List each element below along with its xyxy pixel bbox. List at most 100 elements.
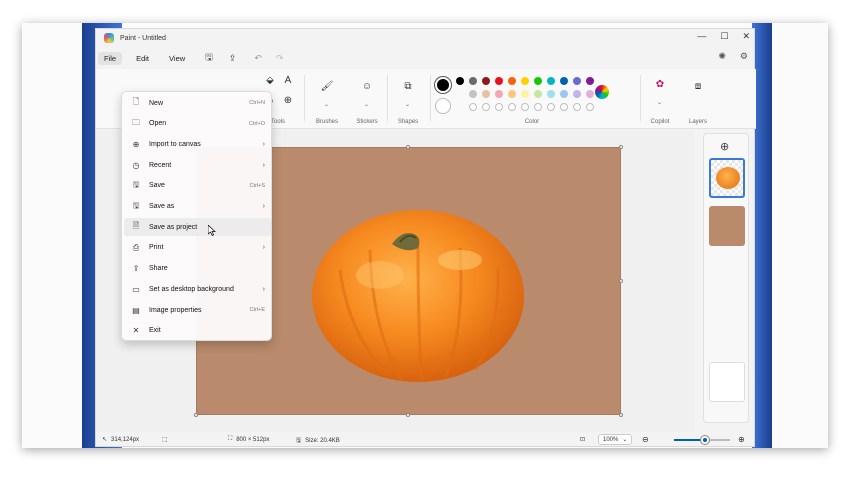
brush-icon[interactable]: 🖌	[319, 81, 335, 92]
custom-color-slot[interactable]	[521, 103, 529, 111]
custom-color-slot[interactable]	[534, 103, 542, 111]
custom-color-slot[interactable]	[560, 103, 568, 111]
save-project-icon: 🗎	[132, 221, 140, 231]
color-swatch[interactable]	[534, 90, 542, 98]
color-swatch[interactable]	[508, 90, 516, 98]
stickers-label: Stickers	[356, 119, 378, 125]
file-menu-item-share[interactable]: ⇪ Share	[124, 260, 271, 278]
add-layer-icon[interactable]: ⊕	[720, 140, 729, 153]
file-menu-item-set-as-desktop-background[interactable]: ▭ Set as desktop background ›	[124, 280, 271, 298]
file-menu-item-import-to-canvas[interactable]: ⊕ Import to canvas ›	[124, 135, 271, 153]
color-swatch[interactable]	[560, 77, 568, 85]
fit-to-window-icon[interactable]: ⊡	[580, 436, 585, 443]
color-group: Color	[432, 69, 632, 129]
file-menu-item-save-as[interactable]: 🖫 Save as ›	[124, 198, 271, 216]
file-menu-item-open[interactable]: 🗀 Open Ctrl+O	[124, 115, 271, 133]
menu-edit[interactable]: Edit	[130, 52, 155, 65]
file-menu-dropdown: 🗋 New Ctrl+N 🗀 Open Ctrl+O ⊕ Import to canvas › ◷…	[121, 91, 272, 341]
menu-file[interactable]: File	[98, 51, 123, 65]
color-swatch[interactable]	[495, 90, 503, 98]
resize-handle[interactable]	[619, 413, 623, 417]
color-swatch[interactable]	[586, 77, 594, 85]
file-menu-item-recent[interactable]: ◷ Recent ›	[124, 156, 271, 174]
file-menu-item-save-as-project[interactable]: 🗎 Save as project	[124, 218, 271, 237]
close-button[interactable]: ✕	[742, 31, 750, 42]
redo-icon[interactable]: ↷	[276, 53, 284, 64]
fill-bucket-icon[interactable]: ⬙	[262, 75, 278, 86]
zoom-in-icon[interactable]: ⊕	[738, 435, 745, 444]
layer-pumpkin-thumbnail[interactable]	[709, 158, 745, 198]
layers-group[interactable]: ⧈ Layers	[680, 69, 716, 129]
text-tool-icon[interactable]: A	[280, 75, 296, 86]
color-swatch[interactable]	[495, 77, 503, 85]
resize-handle[interactable]	[619, 145, 623, 149]
color-swatch[interactable]	[508, 77, 516, 85]
maximize-button[interactable]: ☐	[720, 31, 728, 42]
chevron-down-icon[interactable]: ⌄	[364, 101, 369, 108]
pumpkin-thumb-icon	[716, 167, 740, 189]
file-menu-item-print[interactable]: ⎙ Print ›	[124, 239, 271, 257]
color-swatch[interactable]	[482, 90, 490, 98]
layer-background-thumbnail[interactable]	[709, 206, 745, 246]
resize-handle[interactable]	[619, 279, 623, 283]
file-menu-item-label: Print	[149, 244, 164, 252]
file-menu-item-exit[interactable]: ✕ Exit	[124, 322, 271, 340]
stickers-group[interactable]: ☺ ⌄ Stickers	[348, 69, 386, 129]
save-icon[interactable]: 🖫	[205, 50, 213, 66]
color-swatch[interactable]	[482, 77, 490, 85]
menu-view[interactable]: View	[163, 52, 191, 65]
custom-color-slot[interactable]	[586, 103, 594, 111]
zoom-out-icon[interactable]: ⊖	[642, 435, 649, 444]
color-swatch[interactable]	[469, 90, 477, 98]
custom-color-slot[interactable]	[469, 103, 477, 111]
account-icon[interactable]: ✺	[718, 51, 726, 62]
color-swatch[interactable]	[547, 77, 555, 85]
color-swatch[interactable]	[469, 77, 477, 85]
undo-icon[interactable]: ↶	[254, 53, 262, 64]
shapes-icon[interactable]: ⧉	[400, 81, 416, 92]
sticker-icon[interactable]: ☺	[359, 81, 375, 92]
settings-gear-icon[interactable]: ⚙	[740, 51, 748, 62]
file-menu-item-new[interactable]: 🗋 New Ctrl+N	[124, 94, 271, 112]
brushes-group[interactable]: 🖌 ⌄ Brushes	[308, 69, 346, 129]
minimize-button[interactable]: —	[697, 31, 706, 42]
color-swatch[interactable]	[521, 77, 529, 85]
copilot-icon[interactable]: ✿	[652, 79, 668, 90]
shapes-group[interactable]: ⧉ ⌄ Shapes	[388, 69, 428, 129]
resize-handle[interactable]	[194, 413, 198, 417]
color-swatch[interactable]	[586, 90, 594, 98]
custom-color-slot[interactable]	[495, 103, 503, 111]
color-swatch[interactable]	[573, 90, 581, 98]
custom-color-slot[interactable]	[573, 103, 581, 111]
resize-handle[interactable]	[406, 145, 410, 149]
chevron-right-icon: ›	[262, 140, 265, 148]
zoom-select[interactable]: 100% ⌄	[598, 434, 633, 445]
custom-color-slot[interactable]	[547, 103, 555, 111]
file-menu-item-image-properties[interactable]: ▤ Image properties Ctrl+E	[124, 301, 271, 319]
layers-icon[interactable]: ⧈	[690, 81, 706, 92]
color-swatch[interactable]	[560, 90, 568, 98]
edit-colors-icon[interactable]	[595, 85, 609, 99]
color-swatch[interactable]	[456, 77, 464, 85]
color-swatch[interactable]	[547, 90, 555, 98]
chevron-down-icon[interactable]: ⌄	[405, 101, 410, 108]
custom-color-slot[interactable]	[482, 103, 490, 111]
secondary-color-swatch[interactable]	[435, 98, 451, 114]
chevron-down-icon[interactable]: ⌄	[657, 99, 662, 106]
file-menu-item-save[interactable]: 🖫 Save Ctrl+S	[124, 177, 271, 195]
resize-handle[interactable]	[406, 413, 410, 417]
color-swatch[interactable]	[534, 77, 542, 85]
zoom-slider-thumb[interactable]	[700, 436, 709, 444]
magnifier-icon[interactable]: ⊕	[280, 95, 296, 106]
shortcut-hint: Ctrl+O	[248, 120, 265, 127]
copilot-group[interactable]: ✿ ⌄ Copilot	[642, 69, 678, 129]
custom-color-slot[interactable]	[508, 103, 516, 111]
color-swatch[interactable]	[573, 77, 581, 85]
shortcut-hint: Ctrl+S	[249, 182, 265, 189]
layer-white-thumbnail[interactable]	[709, 362, 745, 402]
primary-color-swatch[interactable]	[435, 77, 451, 93]
color-swatch[interactable]	[521, 90, 529, 98]
chevron-down-icon[interactable]: ⌄	[324, 101, 329, 108]
share-icon[interactable]: ⇪	[229, 53, 237, 64]
zoom-slider[interactable]	[674, 436, 730, 444]
